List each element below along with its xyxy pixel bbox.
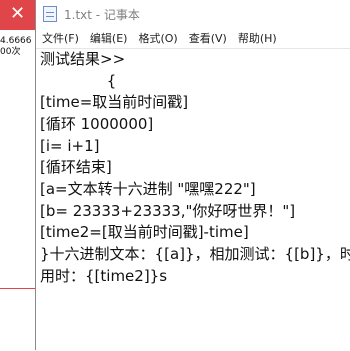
editor-line: [i= i+1] [40, 137, 100, 155]
editor-line: [循环 1000000] [40, 115, 154, 133]
menu-bar: 文件(F) 编辑(E) 格式(O) 查看(V) 帮助(H) [36, 28, 350, 48]
close-icon[interactable]: ✕ [10, 4, 25, 24]
background-titlebar: ✕ [0, 0, 40, 30]
editor-line: [time=取当前时间戳] [40, 93, 189, 111]
editor-line: [a=文本转十六进制 "嘿嘿222"] [40, 180, 256, 198]
text-editor-area[interactable]: 测试结果>> { [time=取当前时间戳] [循环 1000000] [i= … [36, 48, 350, 351]
notepad-window: 1.txt - 记事本 文件(F) 编辑(E) 格式(O) 查看(V) 帮助(H… [35, 0, 350, 351]
menu-help[interactable]: 帮助(H) [238, 30, 277, 46]
background-window-text: 4.6666 00次 [0, 36, 40, 58]
editor-line: }十六进制文本：{[a]}，相加测试：{[b]}，时 [40, 245, 350, 263]
editor-line: [time2=[取当前时间戳]-time] [40, 223, 249, 241]
background-line-1: 4.6666 [0, 36, 32, 46]
menu-view[interactable]: 查看(V) [189, 30, 227, 46]
editor-line: [b= 23333+23333,"你好呀世界！"] [40, 202, 296, 220]
window-title: 1.txt - 记事本 [64, 8, 140, 22]
menu-file[interactable]: 文件(F) [42, 30, 79, 46]
editor-line: [循环结束] [40, 158, 112, 176]
editor-line: 用时：{[time2]}s [40, 267, 168, 285]
menu-format[interactable]: 格式(O) [138, 30, 177, 46]
menu-edit[interactable]: 编辑(E) [90, 30, 128, 46]
editor-line: 测试结果>> [40, 50, 126, 68]
title-bar: 1.txt - 记事本 [36, 0, 350, 28]
background-line-2: 00次 [0, 47, 21, 57]
editor-line: { [40, 72, 117, 90]
background-window-frame [0, 30, 40, 289]
notepad-icon [43, 6, 57, 22]
